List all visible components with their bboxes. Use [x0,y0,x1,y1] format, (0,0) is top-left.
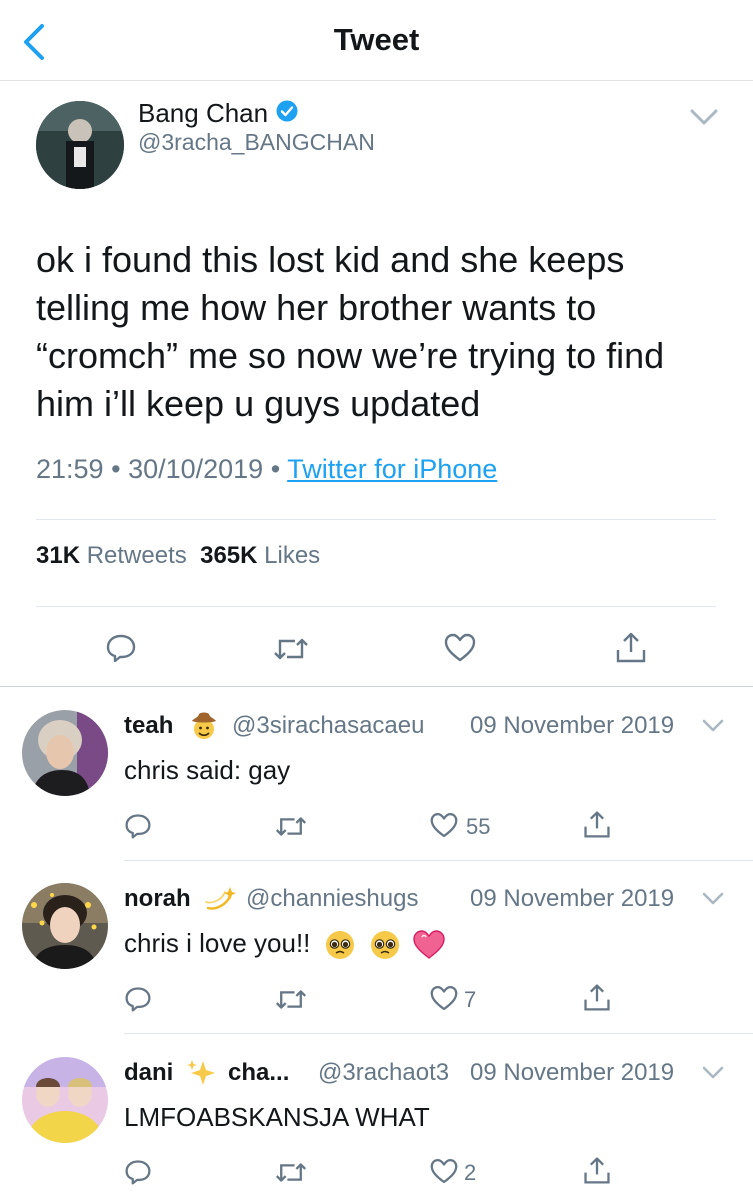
author-handle[interactable]: @3racha_BANGCHAN [138,129,375,156]
page-title: Tweet [333,22,420,57]
likes-label: Likes [264,542,321,569]
divider [124,860,753,861]
reply-text: LMFOABSKANSJA WHAT [124,1102,430,1132]
like-heart-icon[interactable] [430,1158,458,1185]
reply-like-count: 2 [464,1160,477,1185]
reply-like-count: 55 [466,814,491,839]
section-divider [0,686,753,687]
tweet-source-link[interactable]: Twitter for iPhone [287,454,497,484]
share-icon[interactable] [582,809,612,839]
reply-text: chris said: gay [124,755,291,785]
reply-date: 09 November 2019 [470,712,675,739]
retweet-count: 31K [36,542,81,569]
author-avatar[interactable] [36,101,124,189]
avatar[interactable] [22,883,108,969]
retweet-icon[interactable] [275,813,307,840]
retweet-icon[interactable] [275,1159,307,1186]
retweets-stat[interactable]: 31K Retweets [36,542,187,569]
like-count: 365K [200,542,258,569]
verified-badge-icon [276,100,298,122]
reply-icon[interactable] [124,1158,152,1186]
retweets-label: Retweets [86,542,187,569]
reply-author-name[interactable]: norah [124,885,191,913]
reply-icon[interactable] [124,812,152,840]
retweet-icon[interactable] [275,986,307,1013]
reply-date: 09 November 2019 [470,885,675,912]
share-icon[interactable] [582,1155,612,1185]
reply-handle[interactable]: @channieshugs [246,885,418,913]
tweet-text: ok i found this lost kid and she keeps t… [36,239,665,424]
sparkling-heart-emoji-icon [413,930,445,960]
meta-separator: • [270,454,281,484]
reply-handle[interactable]: @3sirachasacaeu [232,712,424,740]
reply-like-count: 7 [464,987,477,1012]
tweet-time: 21:59 [36,454,104,484]
likes-stat[interactable]: 365K Likes [200,542,320,569]
tweet-date: 30/10/2019 [128,454,264,484]
share-icon[interactable] [614,630,648,664]
cowboy-emoji-icon [192,712,216,739]
chevron-down-icon[interactable] [690,108,718,126]
chevron-down-icon[interactable] [702,1066,724,1080]
avatar[interactable] [22,1057,108,1143]
reply-text: chris i love you!! [124,928,446,961]
author-name[interactable]: Bang Chan [138,98,268,129]
meta-separator: • [111,454,121,484]
like-heart-icon[interactable] [430,985,458,1012]
tweet-meta: 21:59 • 30/10/2019 • Twitter for iPhone [36,454,497,485]
back-chevron-icon[interactable] [18,22,54,62]
like-heart-icon[interactable] [430,812,458,839]
reply-icon[interactable] [105,632,137,664]
share-icon[interactable] [582,982,612,1012]
divider [124,1033,753,1034]
avatar[interactable] [22,710,108,796]
reply-handle[interactable]: @3rachaot3 [318,1059,449,1087]
retweet-icon[interactable] [273,634,309,664]
reply-author-name[interactable]: dani [124,1059,173,1087]
divider [36,519,716,520]
tweet-stats: 31K Retweets 365K Likes [36,542,320,570]
sparkles-emoji-icon [187,1060,215,1085]
top-nav-bar: Tweet [0,0,753,81]
reply-author-name-suffix[interactable]: cha... [228,1059,289,1087]
chevron-down-icon[interactable] [702,719,724,733]
dizzy-emoji-icon [205,887,236,910]
reply-author-name[interactable]: teah [124,712,173,740]
chevron-down-icon[interactable] [702,892,724,906]
pleading-face-emoji-icon [370,931,399,960]
reply-text-content: chris i love you!! [124,928,311,958]
reply-date: 09 November 2019 [470,1059,675,1086]
like-heart-icon[interactable] [444,633,476,663]
divider [36,606,716,607]
reply-icon[interactable] [124,985,152,1013]
pleading-face-emoji-icon [325,931,354,960]
